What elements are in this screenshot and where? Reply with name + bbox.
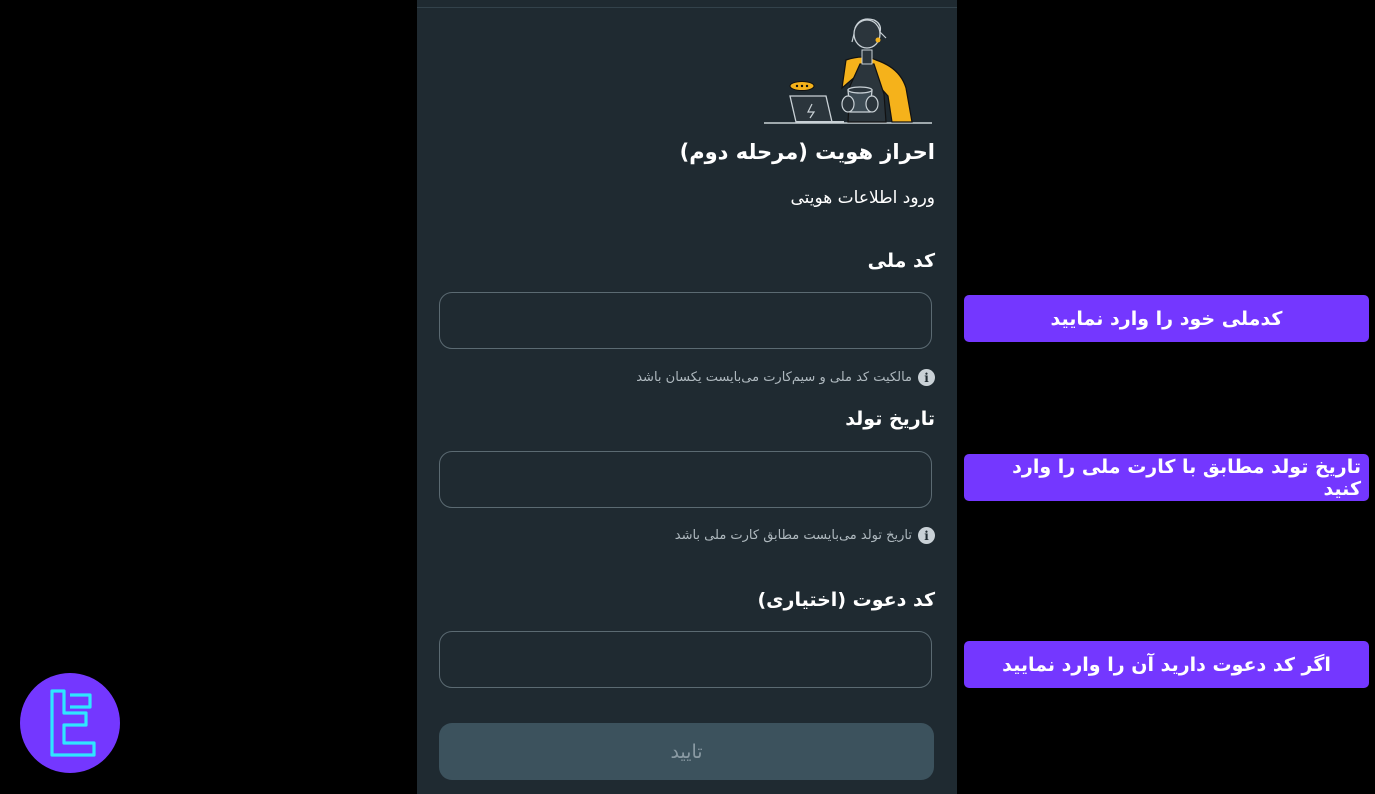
submit-button[interactable]: تایید xyxy=(439,723,934,780)
invite-code-input[interactable] xyxy=(439,631,932,688)
callout-national-code: کدملی خود را وارد نمایید xyxy=(964,295,1369,342)
birth-date-label: تاریخ تولد xyxy=(845,408,935,430)
info-icon: i xyxy=(918,527,935,544)
logo-mark-icon xyxy=(50,689,96,757)
callout-invite-code: اگر کد دعوت دارید آن را وارد نمایید xyxy=(964,641,1369,688)
brand-logo xyxy=(20,673,120,773)
invite-code-label: کد دعوت (اختیاری) xyxy=(757,589,935,611)
callout-birth-date: تاریخ تولد مطابق با کارت ملی را وارد کنی… xyxy=(964,454,1369,501)
national-code-hint-text: مالکیت کد ملی و سیم‌کارت می‌بایست یکسان … xyxy=(636,370,912,385)
header-divider xyxy=(417,7,957,8)
page-title: احراز هویت (مرحله دوم) xyxy=(679,140,935,164)
birth-date-input[interactable] xyxy=(439,451,932,508)
national-code-input[interactable] xyxy=(439,292,932,349)
national-code-label: کد ملی xyxy=(867,250,935,272)
birth-date-hint-text: تاریخ تولد می‌بایست مطابق کارت ملی باشد xyxy=(674,528,912,543)
verification-screen: احراز هویت (مرحله دوم) ورود اطلاعات هویت… xyxy=(417,0,957,794)
page-subtitle: ورود اطلاعات هویتی xyxy=(790,188,935,208)
national-code-hint: i مالکیت کد ملی و سیم‌کارت می‌بایست یکسا… xyxy=(439,369,935,386)
birth-date-hint: i تاریخ تولد می‌بایست مطابق کارت ملی باش… xyxy=(439,527,935,544)
info-icon: i xyxy=(918,369,935,386)
person-with-laptop-illustration xyxy=(764,18,932,124)
